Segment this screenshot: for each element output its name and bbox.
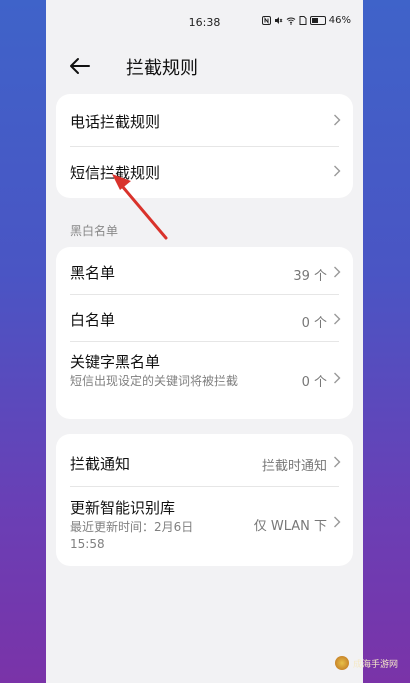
row-label: 黑名单	[70, 264, 116, 282]
battery-percent: 46%	[328, 15, 351, 26]
row-subtitle: 短信出现设定的关键词将被拦截	[70, 374, 239, 388]
status-icons: 46%	[261, 15, 351, 26]
row-blacklist[interactable]: 黑名单 39 个	[56, 247, 353, 294]
row-keyword-blacklist[interactable]: 关键字黑名单 短信出现设定的关键词将被拦截 0 个	[56, 341, 353, 419]
whitelist-count: 0 个	[301, 316, 327, 331]
notify-value: 拦截时通知	[261, 459, 327, 474]
watermark-text: 成海手游网	[352, 659, 398, 670]
chevron-right-icon	[334, 372, 341, 384]
sim-icon	[299, 16, 307, 25]
battery-icon	[309, 16, 326, 25]
rules-card: 电话拦截规则 短信拦截规则	[56, 94, 353, 198]
row-label: 更新智能识别库	[70, 499, 176, 517]
row-sms-rules[interactable]: 短信拦截规则	[56, 146, 353, 198]
watermark-logo-icon	[334, 656, 349, 670]
section-title-lists: 黑白名单	[70, 224, 119, 238]
row-whitelist[interactable]: 白名单 0 个	[56, 294, 353, 341]
row-call-rules[interactable]: 电话拦截规则	[56, 94, 353, 146]
back-arrow-icon[interactable]	[68, 54, 92, 78]
update-value: 仅 WLAN 下	[253, 519, 327, 534]
nfc-icon	[261, 16, 271, 25]
title-bar: 拦截规则	[46, 48, 363, 84]
chevron-right-icon	[334, 165, 341, 177]
phone-screen: 16:38 46% 拦截规则 电话拦截规则 短信拦截规则 黑白名单 黑名单 39…	[46, 0, 363, 683]
row-label: 白名单	[70, 311, 116, 329]
row-label: 电话拦截规则	[70, 113, 161, 131]
row-intercept-notify[interactable]: 拦截通知 拦截时通知	[56, 434, 353, 486]
settings-card: 拦截通知 拦截时通知 更新智能识别库 最近更新时间：2月6日 15:58 仅 W…	[56, 434, 353, 566]
mute-icon	[274, 17, 283, 24]
chevron-right-icon	[334, 266, 341, 278]
status-bar: 16:38 46%	[46, 0, 363, 42]
row-label: 拦截通知	[70, 455, 131, 473]
row-label: 关键字黑名单	[70, 353, 161, 371]
wifi-icon	[286, 17, 296, 25]
lists-card: 黑名单 39 个 白名单 0 个 关键字黑名单 短信出现设定的关键词将被拦截 0…	[56, 247, 353, 419]
row-subtitle: 最近更新时间：2月6日 15:58	[70, 520, 194, 551]
chevron-right-icon	[334, 516, 341, 528]
page-title: 拦截规则	[126, 58, 198, 79]
chevron-right-icon	[334, 456, 341, 468]
chevron-right-icon	[334, 114, 341, 126]
blacklist-count: 39 个	[293, 269, 327, 284]
chevron-right-icon	[334, 313, 341, 325]
row-update-library[interactable]: 更新智能识别库 最近更新时间：2月6日 15:58 仅 WLAN 下	[56, 486, 353, 566]
watermark: 成海手游网	[334, 655, 398, 671]
keyword-count: 0 个	[301, 375, 327, 390]
row-label: 短信拦截规则	[70, 164, 161, 182]
